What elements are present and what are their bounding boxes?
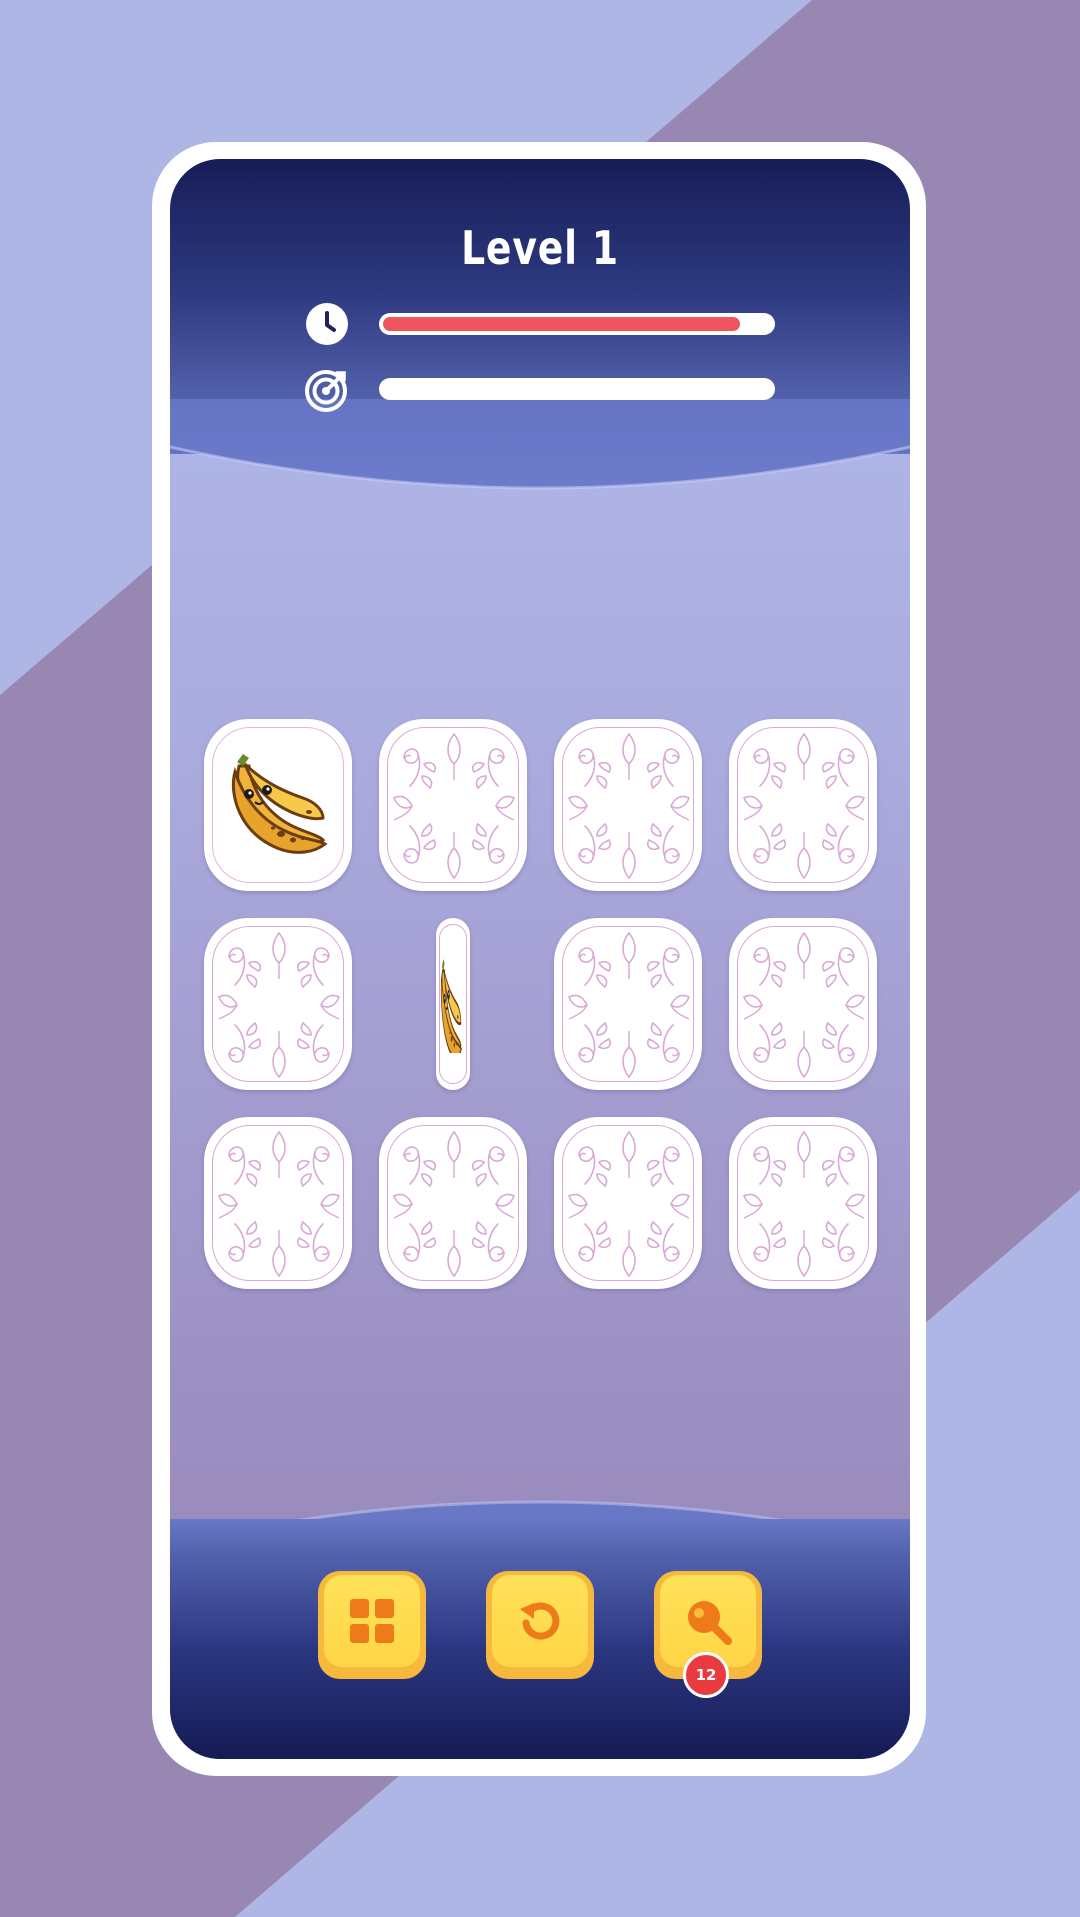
menu-button-face (324, 1575, 420, 1667)
header-curve (170, 399, 910, 490)
banana-icon (231, 754, 328, 854)
card-back-pattern (737, 926, 869, 1082)
card-back-pattern (562, 727, 694, 883)
card-inner (439, 924, 467, 1084)
card-back-pattern (562, 926, 694, 1082)
memory-card-face-up[interactable] (204, 719, 352, 891)
card-back-pattern (387, 1125, 519, 1281)
restart-icon (520, 1602, 560, 1640)
restart-button-face (492, 1575, 588, 1667)
memory-card-face-down[interactable] (554, 1117, 702, 1289)
card-back-pattern (212, 926, 344, 1082)
memory-card-face-down[interactable] (729, 719, 877, 891)
card-back-pattern (737, 727, 869, 883)
game-screen: Level 1 12 (170, 159, 910, 1759)
hint-count-badge: 12 (683, 1652, 729, 1698)
menu-button[interactable] (318, 1571, 426, 1679)
card-back-pattern (562, 1125, 694, 1281)
memory-card-face-down[interactable] (379, 1117, 527, 1289)
memory-card-face-down[interactable] (379, 719, 527, 891)
level-title: Level 1 (461, 221, 619, 275)
card-back-pattern (212, 1125, 344, 1281)
banana-icon (440, 959, 462, 1053)
memory-card-face-down[interactable] (729, 918, 877, 1090)
memory-card-face-down[interactable] (204, 918, 352, 1090)
memory-card-face-down[interactable] (729, 1117, 877, 1289)
card-back-pattern (737, 1125, 869, 1281)
card-inner (212, 727, 344, 883)
magnifier-icon (688, 1601, 732, 1645)
clock-icon (306, 303, 348, 345)
target-bar (379, 378, 775, 400)
memory-card-face-down[interactable] (554, 918, 702, 1090)
memory-card-face-down[interactable] (554, 719, 702, 891)
memory-card-face-down[interactable] (204, 1117, 352, 1289)
card-back-pattern (387, 727, 519, 883)
timer-bar (379, 313, 775, 335)
timer-bar-fill (383, 317, 740, 331)
target-icon (304, 367, 350, 413)
restart-button[interactable] (486, 1571, 594, 1679)
grid-icon (350, 1599, 394, 1643)
memory-card-flipping[interactable] (436, 918, 470, 1090)
